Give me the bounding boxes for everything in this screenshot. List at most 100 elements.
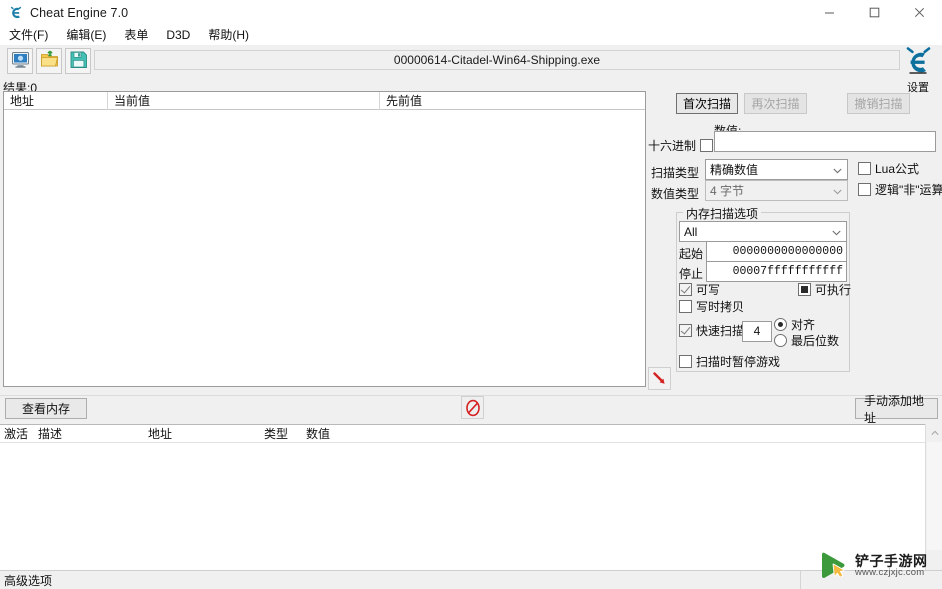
cheat-table[interactable]: 激活 描述 地址 类型 数值 (0, 424, 942, 570)
fast-scan-checkbox-box[interactable] (679, 324, 692, 337)
menu-help[interactable]: 帮助(H) (206, 25, 258, 45)
results-header: 地址 当前值 先前值 (4, 91, 645, 110)
cheat-engine-e-icon (902, 44, 934, 81)
last-digits-label: 最后位数 (791, 334, 840, 348)
add-address-manually-button[interactable]: 手动添加地址 (855, 394, 938, 425)
lua-formula-checkbox[interactable]: Lua公式 (858, 160, 919, 177)
lua-formula-label: Lua公式 (875, 162, 920, 176)
executable-checkbox-box[interactable] (798, 283, 811, 296)
lua-formula-checkbox-box[interactable] (858, 162, 871, 175)
status-divider (800, 571, 801, 589)
logical-not-label: 逻辑"非"运算 (875, 183, 942, 197)
chevron-down-icon (832, 222, 841, 243)
fast-scan-checkbox[interactable]: 快速扫描 (679, 322, 744, 339)
floppy-save-icon (69, 50, 88, 72)
process-name-label: 00000614-Citadel-Win64-Shipping.exe (393, 53, 601, 67)
scan-type-select[interactable]: 精确数值 (705, 159, 848, 180)
executable-checkbox[interactable]: 可执行 (798, 281, 851, 298)
menu-forms[interactable]: 表单 (122, 25, 157, 45)
advanced-options-label[interactable]: 高级选项 (0, 572, 52, 589)
scan-value-input[interactable] (714, 131, 936, 152)
scan-type-value: 精确数值 (710, 163, 759, 177)
process-name-bar[interactable]: 00000614-Citadel-Win64-Shipping.exe (94, 50, 900, 70)
start-address-input[interactable]: 0000000000000000 (706, 241, 847, 262)
cheat-table-scrollbar[interactable] (925, 424, 942, 570)
value-type-label: 数值类型 (651, 187, 700, 201)
memory-region-select[interactable]: All (679, 221, 847, 242)
copy-on-write-checkbox-box[interactable] (679, 300, 692, 313)
results-col-previous-value[interactable]: 先前值 (380, 92, 645, 110)
memory-region-value: All (684, 224, 698, 239)
results-col-address[interactable]: 地址 (4, 91, 108, 110)
maximize-button[interactable] (852, 0, 897, 25)
pause-while-scanning-checkbox-box[interactable] (679, 355, 692, 368)
scan-results-list[interactable]: 地址 当前值 先前值 (3, 91, 646, 387)
chevron-down-icon (833, 160, 842, 181)
copy-on-write-checkbox[interactable]: 写时拷贝 (679, 298, 744, 315)
window-controls (807, 0, 942, 25)
results-body[interactable] (4, 110, 645, 386)
open-file-button[interactable] (36, 48, 62, 74)
next-scan-label: 再次扫描 (751, 97, 800, 111)
writable-checkbox[interactable]: 可写 (679, 281, 720, 298)
scrollbar-thumb[interactable] (927, 442, 942, 550)
menu-bar: 文件(F) 编辑(E) 表单 D3D 帮助(H) (0, 25, 942, 45)
ct-col-value[interactable]: 数值 (302, 425, 330, 443)
ct-col-type[interactable]: 类型 (260, 425, 288, 443)
first-scan-button[interactable]: 首次扫描 (676, 93, 738, 114)
value-type-select[interactable]: 4 字节 (705, 180, 848, 201)
cheat-table-body[interactable] (0, 443, 942, 570)
menu-d3d[interactable]: D3D (164, 27, 199, 44)
undo-scan-label: 撤销扫描 (854, 97, 903, 111)
open-process-button[interactable] (7, 48, 33, 74)
red-arrow-down-right-icon[interactable] (648, 367, 671, 390)
ct-col-address[interactable]: 地址 (144, 425, 172, 443)
undo-scan-button[interactable]: 撤销扫描 (847, 93, 910, 114)
alignment-radio[interactable]: 对齐 (774, 316, 815, 333)
status-bar: 高级选项 (0, 570, 942, 589)
hex-label: 十六进制 (648, 139, 697, 153)
close-button[interactable] (897, 0, 942, 25)
minimize-button[interactable] (807, 0, 852, 25)
next-scan-button[interactable]: 再次扫描 (744, 93, 807, 114)
alignment-label: 对齐 (791, 318, 816, 332)
menu-edit[interactable]: 编辑(E) (64, 25, 115, 45)
open-folder-icon (40, 50, 59, 72)
results-col-current-value[interactable]: 当前值 (108, 91, 380, 110)
chevron-down-icon (833, 181, 842, 202)
pause-while-scanning-label: 扫描时暂停游戏 (696, 355, 781, 369)
value-type-value: 4 字节 (710, 184, 745, 198)
alignment-radio-circle[interactable] (774, 318, 787, 331)
menu-file[interactable]: 文件(F) (7, 25, 57, 45)
stop-address-input[interactable]: 00007fffffffffff (706, 261, 847, 282)
toolbar: 00000614-Citadel-Win64-Shipping.exe (0, 45, 942, 78)
last-digits-radio[interactable]: 最后位数 (774, 332, 839, 349)
ct-col-description[interactable]: 描述 (34, 425, 62, 443)
copy-on-write-label: 写时拷贝 (696, 300, 745, 314)
window-title: Cheat Engine 7.0 (30, 5, 129, 20)
red-no-entry-icon[interactable] (461, 396, 484, 419)
settings-label: 设置 (907, 82, 929, 94)
last-digits-radio-circle[interactable] (774, 334, 787, 347)
logical-not-checkbox-box[interactable] (858, 183, 871, 196)
add-address-label: 手动添加地址 (864, 393, 925, 425)
fast-scan-value-input[interactable]: 4 (742, 321, 772, 342)
save-button[interactable] (65, 48, 91, 74)
hex-checkbox[interactable]: 十六进制 (648, 137, 717, 154)
writable-label: 可写 (696, 283, 721, 297)
view-memory-button[interactable]: 查看内存 (5, 398, 87, 419)
cheat-table-header: 激活 描述 地址 类型 数值 (0, 425, 942, 443)
settings-button[interactable]: 设置 (898, 44, 938, 94)
chevron-up-icon[interactable] (926, 424, 942, 441)
ct-col-active[interactable]: 激活 (0, 425, 28, 443)
title-bar: Cheat Engine 7.0 (0, 0, 942, 25)
memory-scan-options-title: 内存扫描选项 (683, 205, 762, 222)
pause-while-scanning-checkbox[interactable]: 扫描时暂停游戏 (679, 353, 780, 370)
view-memory-label: 查看内存 (21, 402, 70, 416)
start-address-label: 起始 (679, 247, 704, 261)
logical-not-checkbox[interactable]: 逻辑"非"运算 (858, 181, 942, 198)
writable-checkbox-box[interactable] (679, 283, 692, 296)
scan-type-label: 扫描类型 (651, 166, 700, 180)
monitor-icon (11, 50, 30, 72)
hex-checkbox-box[interactable] (700, 139, 714, 152)
